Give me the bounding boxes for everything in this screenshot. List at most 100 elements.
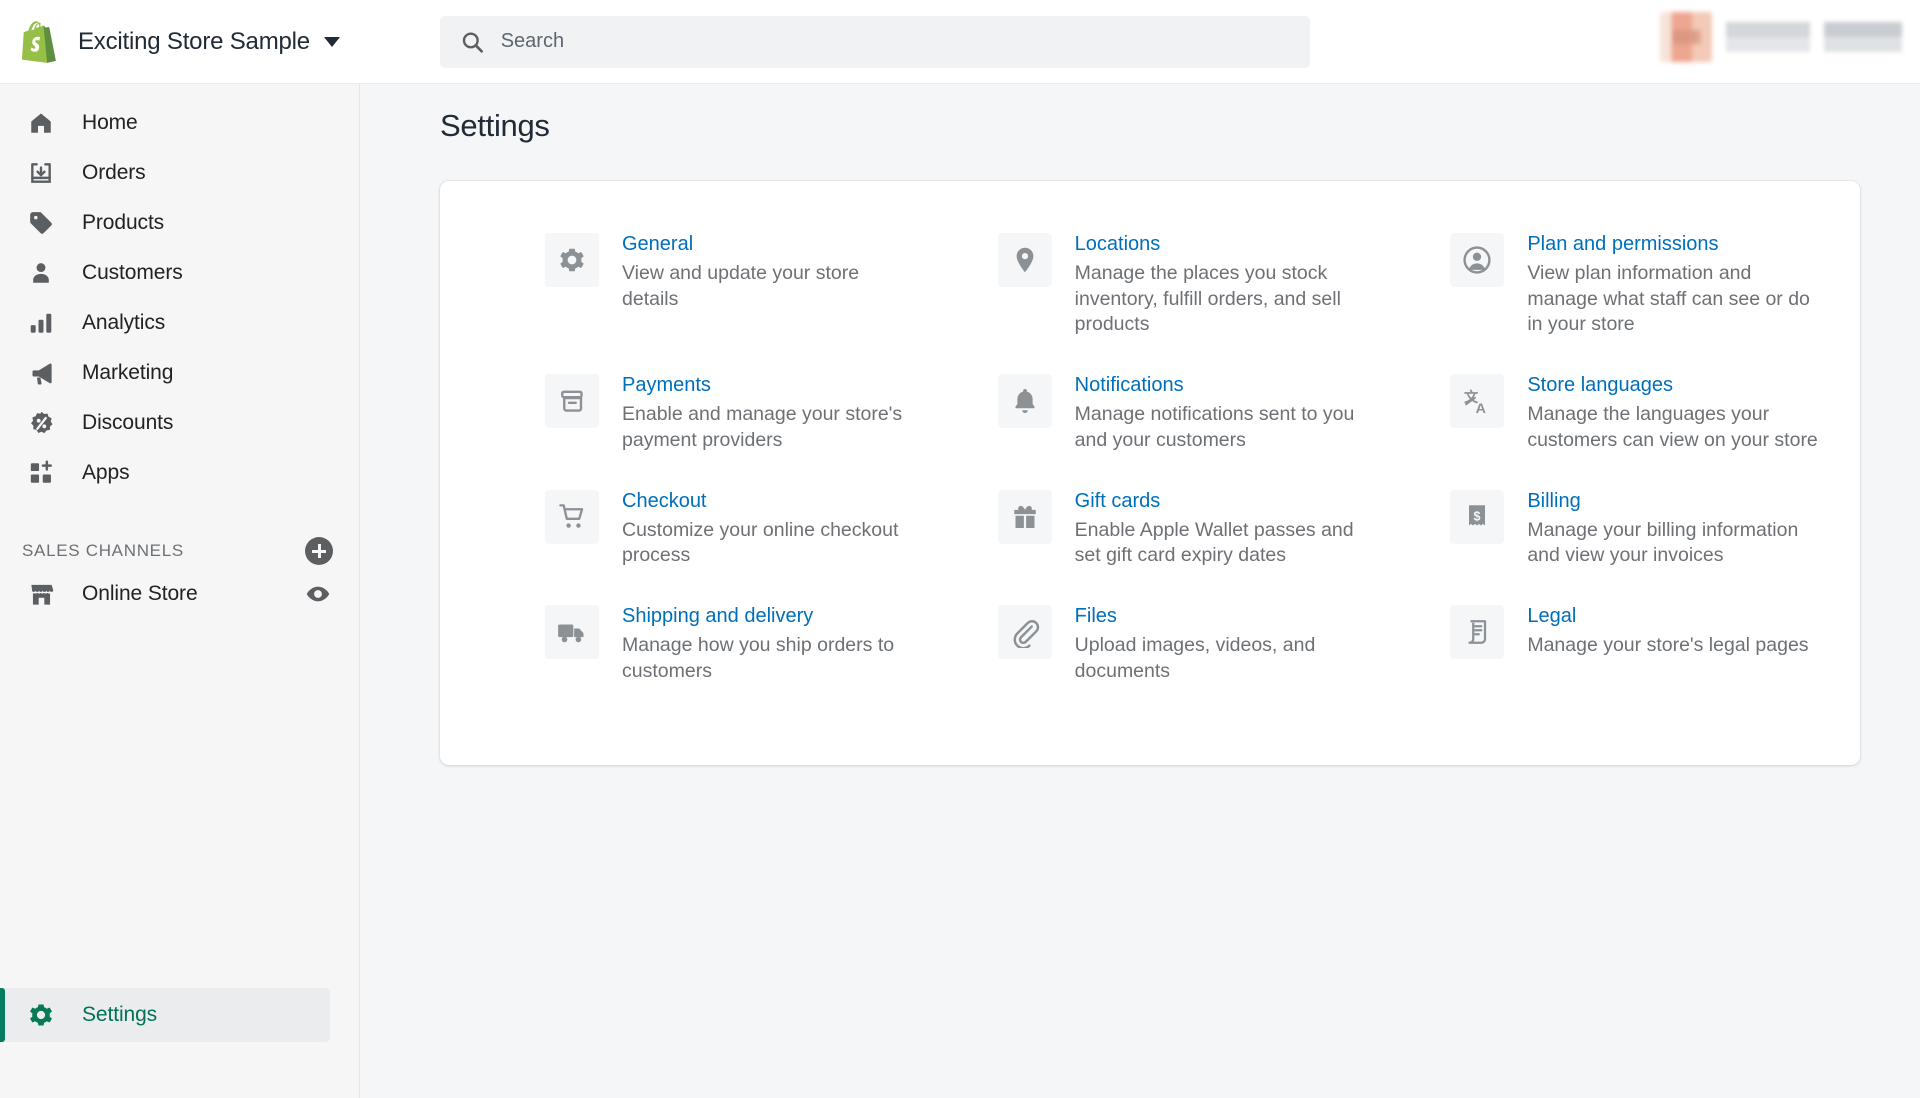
sidebar-item-label: Customers xyxy=(82,261,183,284)
sidebar-item-label: Marketing xyxy=(82,361,174,384)
sales-channels-title: SALES CHANNELS xyxy=(22,541,184,560)
sidebar-item-apps[interactable]: Apps xyxy=(0,448,359,498)
primary-nav: Home Orders Products Customers Analytics… xyxy=(0,84,359,498)
sidebar-item-label: Settings xyxy=(82,1003,158,1026)
setting-description: Enable Apple Wallet passes and set gift … xyxy=(1074,518,1354,567)
setting-title[interactable]: Locations xyxy=(1075,231,1368,257)
sidebar-item-online-store[interactable]: Online Store xyxy=(0,568,359,620)
sidebar-item-label: Analytics xyxy=(82,311,166,334)
sidebar-item-label: Apps xyxy=(82,461,130,484)
settings-card: General View and update your store detai… xyxy=(440,181,1860,765)
setting-description: Manage your store's legal pages xyxy=(1527,634,1809,657)
sales-channels-header: SALES CHANNELS xyxy=(0,534,359,568)
paperclip-icon xyxy=(997,605,1052,660)
setting-legal[interactable]: Legal Manage your store's legal pages xyxy=(1385,603,1820,684)
search-bar[interactable] xyxy=(440,15,1310,68)
home-icon xyxy=(26,108,56,138)
setting-description: Upload images, videos, and documents xyxy=(1074,634,1316,682)
sidebar-item-customers[interactable]: Customers xyxy=(0,248,359,298)
search-input[interactable] xyxy=(500,15,1290,68)
main-content: Settings General View and update your st… xyxy=(360,84,1920,1098)
sidebar-item-orders[interactable]: Orders xyxy=(0,148,359,198)
eye-icon[interactable] xyxy=(303,579,333,609)
setting-files[interactable]: Files Upload images, videos, and documen… xyxy=(933,603,1368,684)
setting-title[interactable]: Shipping and delivery xyxy=(622,603,915,629)
setting-title[interactable]: Checkout xyxy=(622,488,915,514)
setting-description: Manage your billing information and view… xyxy=(1527,518,1799,567)
setting-description: View plan information and manage what st… xyxy=(1527,262,1810,336)
setting-shipping-and-delivery[interactable]: Shipping and delivery Manage how you shi… xyxy=(480,603,915,684)
setting-title[interactable]: Billing xyxy=(1527,488,1820,514)
setting-description: Manage how you ship orders to customers xyxy=(622,634,895,682)
sidebar-item-home[interactable]: Home xyxy=(0,98,359,148)
setting-title[interactable]: Store languages xyxy=(1527,372,1820,398)
gear-icon xyxy=(545,233,599,287)
page-title: Settings xyxy=(440,108,550,143)
setting-payments[interactable]: Payments Enable and manage your store's … xyxy=(480,372,915,453)
setting-description: Manage the languages your customers can … xyxy=(1527,403,1818,451)
apps-grid-plus-icon xyxy=(26,458,56,488)
gift-box-icon xyxy=(997,489,1052,544)
setting-description: Manage the places you stock inventory, f… xyxy=(1074,262,1341,336)
settings-grid: General View and update your store detai… xyxy=(480,231,1820,685)
orders-inbox-icon xyxy=(26,158,56,188)
sidebar-item-label: Products xyxy=(82,211,165,234)
svg-text:$: $ xyxy=(1474,509,1481,523)
svg-text:A: A xyxy=(1475,401,1485,417)
sidebar-item-label: Home xyxy=(82,111,138,134)
setting-description: Enable and manage your store's payment p… xyxy=(622,403,903,451)
setting-billing[interactable]: $ Billing Manage your billing informatio… xyxy=(1385,488,1820,569)
setting-description: Manage notifications sent to you and you… xyxy=(1074,403,1355,451)
storefront-icon xyxy=(26,579,56,609)
setting-title[interactable]: General xyxy=(622,231,915,257)
shopping-cart-icon xyxy=(545,489,599,544)
setting-general[interactable]: General View and update your store detai… xyxy=(480,231,915,338)
setting-title[interactable]: Legal xyxy=(1527,603,1808,629)
circle-plus-icon[interactable] xyxy=(305,537,333,565)
chevron-down-icon[interactable] xyxy=(323,36,340,47)
sidebar-item-analytics[interactable]: Analytics xyxy=(0,298,359,348)
avatar xyxy=(1660,12,1712,62)
user-role-redacted xyxy=(1824,22,1902,52)
user-name-redacted xyxy=(1726,22,1810,52)
setting-notifications[interactable]: Notifications Manage notifications sent … xyxy=(933,372,1368,453)
setting-title[interactable]: Gift cards xyxy=(1075,488,1368,514)
user-menu[interactable] xyxy=(1660,12,1902,62)
setting-locations[interactable]: Locations Manage the places you stock in… xyxy=(933,231,1368,338)
receipt-dollar-icon: $ xyxy=(1450,489,1505,544)
scroll-document-icon xyxy=(1450,605,1505,660)
search-icon xyxy=(462,31,483,53)
sidebar-item-marketing[interactable]: Marketing xyxy=(0,348,359,398)
sidebar-item-label: Discounts xyxy=(82,411,174,434)
analytics-bars-icon xyxy=(26,308,56,338)
sidebar-item-settings[interactable]: Settings xyxy=(0,988,330,1042)
setting-plan-and-permissions[interactable]: Plan and permissions View plan informati… xyxy=(1385,231,1820,338)
top-bar: Exciting Store Sample xyxy=(0,0,1920,84)
setting-checkout[interactable]: Checkout Customize your online checkout … xyxy=(480,488,915,569)
setting-title[interactable]: Payments xyxy=(622,372,915,398)
store-switcher[interactable]: Exciting Store Sample xyxy=(0,20,360,63)
sidebar-item-products[interactable]: Products xyxy=(0,198,359,248)
location-pin-icon xyxy=(997,233,1052,287)
products-tag-icon xyxy=(26,208,56,238)
sidebar-item-discounts[interactable]: Discounts xyxy=(0,398,359,448)
setting-gift-cards[interactable]: Gift cards Enable Apple Wallet passes an… xyxy=(933,488,1368,569)
bell-icon xyxy=(997,374,1052,429)
setting-title[interactable]: Notifications xyxy=(1075,372,1368,398)
store-name: Exciting Store Sample xyxy=(78,27,310,55)
person-circle-icon xyxy=(1450,233,1505,287)
gear-icon xyxy=(26,1000,56,1030)
setting-store-languages[interactable]: 文 A Store languages Manage the languages… xyxy=(1385,372,1820,453)
shopify-bag-logo xyxy=(22,20,56,63)
setting-description: View and update your store details xyxy=(622,262,860,310)
customers-person-icon xyxy=(26,258,56,288)
sidebar-item-label: Orders xyxy=(82,161,146,184)
delivery-truck-icon xyxy=(545,605,599,660)
setting-title[interactable]: Files xyxy=(1075,603,1368,629)
setting-title[interactable]: Plan and permissions xyxy=(1527,231,1820,257)
sidebar: Home Orders Products Customers Analytics… xyxy=(0,84,360,1098)
translate-icon: 文 A xyxy=(1450,374,1505,429)
sidebar-item-label: Online Store xyxy=(82,582,198,605)
marketing-megaphone-icon xyxy=(26,358,56,388)
credit-card-icon xyxy=(545,374,599,429)
